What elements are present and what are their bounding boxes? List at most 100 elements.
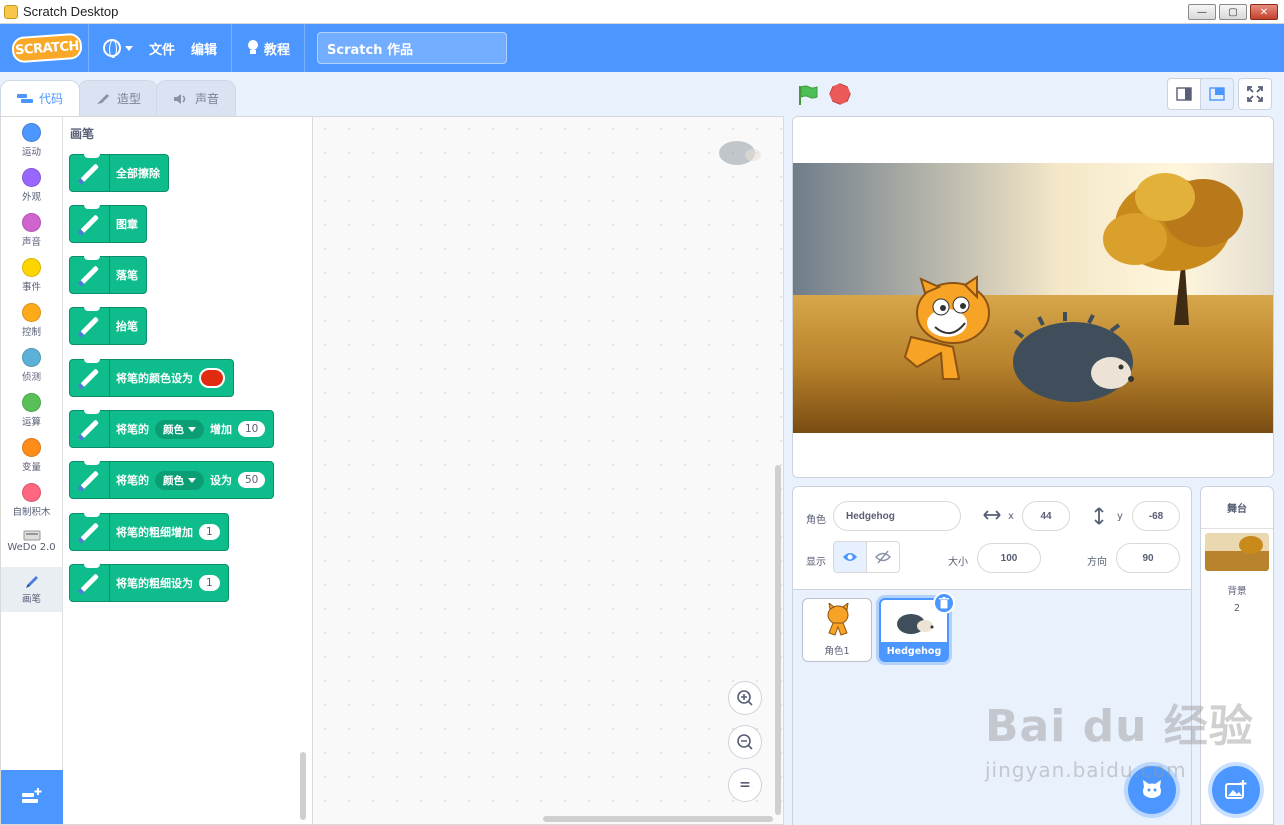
category-looks[interactable]: 外观 bbox=[1, 162, 62, 207]
category-dot bbox=[22, 303, 41, 322]
sprite-name-input[interactable] bbox=[833, 501, 961, 531]
y-input[interactable] bbox=[1132, 501, 1180, 531]
direction-label: 方向 bbox=[1087, 557, 1107, 568]
direction-input[interactable] bbox=[1116, 543, 1180, 573]
stage-canvas[interactable] bbox=[793, 117, 1274, 478]
stage[interactable] bbox=[792, 116, 1274, 478]
green-flag-icon[interactable] bbox=[797, 84, 819, 106]
palette-scrollbar[interactable] bbox=[300, 752, 306, 820]
block-label: 抬笔 bbox=[116, 320, 138, 333]
color-swatch[interactable] bbox=[199, 368, 225, 388]
editor-tabs: 代码 造型 声音 bbox=[0, 80, 237, 116]
current-sprite-thumbnail bbox=[719, 141, 761, 165]
cat-thumbnail bbox=[827, 603, 849, 636]
number-input[interactable]: 1 bbox=[199, 524, 220, 540]
vertical-arrows-icon bbox=[1094, 507, 1104, 525]
number-input[interactable]: 50 bbox=[238, 472, 266, 488]
tab-sounds[interactable]: 声音 bbox=[156, 80, 237, 116]
block-label: 将笔的 bbox=[116, 474, 149, 487]
close-button[interactable]: ✕ bbox=[1250, 4, 1278, 20]
fullscreen-button[interactable] bbox=[1238, 78, 1272, 110]
zoom-reset-button[interactable]: = bbox=[728, 768, 762, 802]
show-button[interactable] bbox=[833, 541, 867, 573]
category-dot bbox=[22, 483, 41, 502]
watermark-brand: Bai du 经验 bbox=[985, 701, 1254, 752]
category-variables[interactable]: 变量 bbox=[1, 432, 62, 477]
sprite-card-cat[interactable]: 角色1 bbox=[802, 598, 872, 662]
x-input[interactable] bbox=[1022, 501, 1070, 531]
category-events[interactable]: 事件 bbox=[1, 252, 62, 297]
block-set-pen-param[interactable]: 将笔的 颜色 设为 50 bbox=[69, 461, 275, 499]
block-pen-up[interactable]: 抬笔 bbox=[69, 307, 147, 345]
category-label: 变量 bbox=[21, 462, 41, 473]
block-set-pen-color[interactable]: 将笔的颜色设为 bbox=[69, 359, 234, 397]
minimize-button[interactable]: — bbox=[1188, 4, 1216, 20]
category-sound[interactable]: 声音 bbox=[1, 207, 62, 252]
param-dropdown[interactable]: 颜色 bbox=[155, 470, 204, 490]
project-title-input[interactable] bbox=[317, 32, 508, 64]
code-workspace[interactable]: = bbox=[312, 116, 784, 825]
speaker-icon bbox=[174, 93, 186, 104]
category-sensing[interactable]: 侦测 bbox=[1, 342, 62, 387]
category-label: 控制 bbox=[21, 327, 41, 338]
edit-menu[interactable]: 编辑 bbox=[183, 24, 225, 72]
eye-icon bbox=[843, 553, 857, 561]
block-label: 图章 bbox=[116, 218, 138, 231]
scratch-logo[interactable]: SCRATCH bbox=[11, 32, 83, 64]
block-stamp[interactable]: 图章 bbox=[69, 205, 147, 243]
trash-icon bbox=[939, 597, 949, 609]
number-input[interactable]: 1 bbox=[199, 575, 220, 591]
add-extension-button[interactable] bbox=[1, 770, 63, 824]
cat-face-icon bbox=[1143, 780, 1161, 798]
category-pen[interactable]: 画笔 bbox=[1, 567, 62, 612]
maximize-button[interactable]: ▢ bbox=[1219, 4, 1247, 20]
globe-icon bbox=[103, 39, 121, 58]
category-my-blocks[interactable]: 自制积木 bbox=[1, 477, 62, 522]
menu-divider bbox=[88, 24, 89, 72]
category-control[interactable]: 控制 bbox=[1, 297, 62, 342]
number-input[interactable]: 10 bbox=[238, 421, 266, 437]
category-label: 运算 bbox=[21, 417, 41, 428]
category-menu: 运动 外观 声音 事件 控制 侦测 运算 变量 自制积木 WeDo 2.0 画笔 bbox=[1, 117, 63, 824]
pen-icon bbox=[70, 256, 110, 294]
visibility-toggle bbox=[833, 541, 900, 573]
pen-icon bbox=[70, 513, 110, 551]
stage-header: 舞台 bbox=[1201, 487, 1273, 529]
tab-code[interactable]: 代码 bbox=[0, 80, 81, 116]
block-label: 增加 bbox=[210, 423, 232, 436]
tab-costumes[interactable]: 造型 bbox=[78, 80, 159, 116]
large-stage-button[interactable] bbox=[1200, 78, 1234, 110]
block-erase-all[interactable]: 全部擦除 bbox=[69, 154, 169, 192]
sprite-card-hedgehog[interactable]: Hedgehog bbox=[879, 592, 955, 662]
category-dot bbox=[22, 348, 41, 367]
zoom-in-button[interactable] bbox=[728, 681, 762, 715]
tutorials-menu[interactable]: 教程 bbox=[238, 24, 298, 72]
small-stage-button[interactable] bbox=[1167, 78, 1201, 110]
horizontal-scrollbar[interactable] bbox=[543, 816, 773, 822]
param-dropdown[interactable]: 颜色 bbox=[155, 419, 204, 439]
category-operators[interactable]: 运算 bbox=[1, 387, 62, 432]
category-wedo[interactable]: WeDo 2.0 bbox=[1, 522, 62, 567]
block-pen-down[interactable]: 落笔 bbox=[69, 256, 147, 294]
language-menu[interactable] bbox=[95, 24, 141, 72]
hide-button[interactable] bbox=[866, 541, 900, 573]
tab-costumes-label: 造型 bbox=[117, 92, 142, 106]
vertical-scrollbar[interactable] bbox=[775, 465, 781, 815]
zoom-in-icon bbox=[737, 690, 753, 706]
block-label: 落笔 bbox=[116, 269, 138, 282]
file-menu[interactable]: 文件 bbox=[141, 24, 183, 72]
size-input[interactable] bbox=[977, 543, 1041, 573]
chevron-down-icon bbox=[188, 426, 196, 432]
stop-icon[interactable] bbox=[827, 81, 853, 107]
menu-divider bbox=[231, 24, 233, 72]
chevron-down-icon bbox=[188, 477, 196, 483]
block-change-pen-size[interactable]: 将笔的粗细增加 1 bbox=[69, 513, 229, 551]
pen-icon bbox=[70, 461, 110, 499]
delete-sprite-button[interactable] bbox=[933, 592, 955, 614]
block-change-pen-param[interactable]: 将笔的 颜色 增加 10 bbox=[69, 410, 275, 448]
block-set-pen-size[interactable]: 将笔的粗细设为 1 bbox=[69, 564, 229, 602]
zoom-out-button[interactable] bbox=[728, 725, 762, 759]
zoom-out-icon bbox=[737, 734, 753, 750]
category-motion[interactable]: 运动 bbox=[1, 117, 62, 162]
show-label: 显示 bbox=[806, 557, 826, 568]
